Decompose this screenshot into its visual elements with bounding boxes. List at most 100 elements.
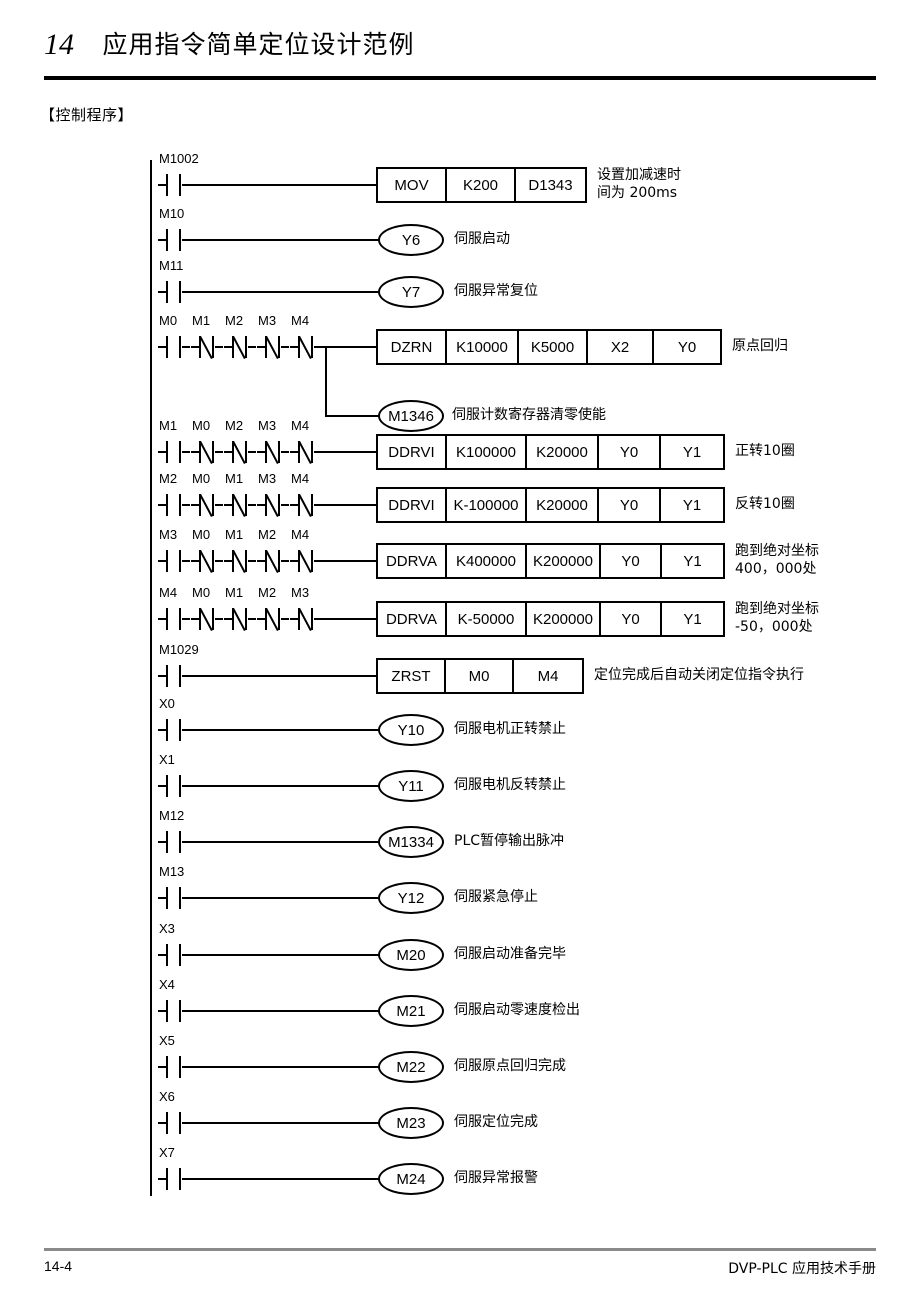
contact-segment <box>224 451 232 453</box>
instruction-box[interactable]: MOV K200 D1343 <box>376 167 587 203</box>
output-coil[interactable]: Y11 <box>378 770 444 802</box>
rung-comment: 伺服原点回归完成 <box>454 1058 566 1074</box>
output-coil[interactable]: M23 <box>378 1107 444 1139</box>
contact-normally-open[interactable]: M12 <box>158 809 190 858</box>
contact-segment <box>224 560 232 562</box>
output-coil[interactable]: M1346 <box>378 400 444 432</box>
contact-normally-open[interactable]: M11 <box>158 259 190 308</box>
contact-segment <box>278 336 280 358</box>
instruction-operand: K20000 <box>527 489 599 521</box>
instruction-box[interactable]: DZRN K10000 K5000 X2 Y0 <box>376 329 722 365</box>
contact-normally-open[interactable]: X6 <box>158 1090 190 1139</box>
contact-segment <box>158 560 166 562</box>
rung-comment: 反转10圈 <box>735 496 795 512</box>
contact-normally-closed[interactable]: M0 <box>191 472 223 521</box>
contact-normally-closed[interactable]: M2 <box>257 586 289 635</box>
rung-wire <box>190 1178 378 1180</box>
contact-segment <box>212 550 214 572</box>
rung-wire <box>190 785 378 787</box>
rung-wire <box>190 954 378 956</box>
contact-normally-open[interactable]: M10 <box>158 207 190 256</box>
contact-normally-closed[interactable]: M4 <box>290 314 322 363</box>
instruction-box[interactable]: DDRVA K-50000 K200000 Y0 Y1 <box>376 601 725 637</box>
contact-normally-closed[interactable]: M4 <box>290 419 322 468</box>
contact-normally-closed[interactable]: M3 <box>257 314 289 363</box>
contact-normally-closed[interactable]: M1 <box>224 472 256 521</box>
contact-normally-open[interactable]: M1 <box>158 419 190 468</box>
rung-comment: 伺服电机正转禁止 <box>454 721 566 737</box>
contact-normally-closed[interactable]: M3 <box>257 419 289 468</box>
contact-normally-open[interactable]: X7 <box>158 1146 190 1195</box>
contact-normally-open[interactable]: X0 <box>158 697 190 746</box>
ladder-rung: X1 Y11 伺服电机反转禁止 <box>0 753 920 806</box>
instruction-operand: K200 <box>447 169 516 201</box>
contact-normally-closed[interactable]: M1 <box>191 314 223 363</box>
instruction-box[interactable]: ZRST M0 M4 <box>376 658 584 694</box>
contact-normally-open[interactable]: X4 <box>158 978 190 1027</box>
contact-label: M3 <box>258 313 277 328</box>
output-coil[interactable]: Y7 <box>378 276 444 308</box>
contact-segment <box>257 451 265 453</box>
contact-normally-open[interactable]: M0 <box>158 314 190 363</box>
contact-normally-closed[interactable]: M3 <box>257 472 289 521</box>
contact-segment <box>158 675 166 677</box>
output-coil[interactable]: M1334 <box>378 826 444 858</box>
instruction-operand: M0 <box>446 660 514 692</box>
contact-normally-closed[interactable]: M3 <box>290 586 322 635</box>
contact-normally-closed[interactable]: M4 <box>290 528 322 577</box>
contact-segment <box>212 441 214 463</box>
contact-normally-closed[interactable]: M1 <box>224 586 256 635</box>
output-coil[interactable]: Y6 <box>378 224 444 256</box>
contact-segment <box>245 441 247 463</box>
contact-segment <box>158 618 166 620</box>
contact-normally-open[interactable]: M1029 <box>158 643 199 692</box>
contact-slash-icon <box>199 549 213 574</box>
contact-segment <box>314 346 322 348</box>
contact-normally-closed[interactable]: M4 <box>290 472 322 521</box>
contact-label: M4 <box>291 418 310 433</box>
output-coil[interactable]: M20 <box>378 939 444 971</box>
output-coil[interactable]: Y10 <box>378 714 444 746</box>
contact-segment <box>182 841 190 843</box>
instruction-box[interactable]: DDRVI K100000 K20000 Y0 Y1 <box>376 434 725 470</box>
contact-normally-open[interactable]: X3 <box>158 922 190 971</box>
contact-normally-open[interactable]: X5 <box>158 1034 190 1083</box>
instruction-box[interactable]: DDRVI K-100000 K20000 Y0 Y1 <box>376 487 725 523</box>
contact-normally-closed[interactable]: M0 <box>191 419 223 468</box>
contact-segment <box>166 887 168 909</box>
contact-segment <box>179 944 181 966</box>
contact-segment <box>314 618 322 620</box>
rung-wire <box>322 618 376 620</box>
contact-normally-closed[interactable]: M2 <box>224 314 256 363</box>
contact-normally-open[interactable]: M4 <box>158 586 190 635</box>
contact-segment <box>245 550 247 572</box>
contact-slash-icon <box>298 607 312 632</box>
contact-normally-open[interactable]: M1002 <box>158 152 199 201</box>
contact-normally-open[interactable]: M3 <box>158 528 190 577</box>
contact-label: M2 <box>159 471 178 486</box>
contact-normally-open[interactable]: M13 <box>158 865 190 914</box>
output-coil[interactable]: M21 <box>378 995 444 1027</box>
contact-normally-closed[interactable]: M0 <box>191 528 223 577</box>
contact-label: M4 <box>291 471 310 486</box>
rung-comment: 伺服启动 <box>454 231 510 247</box>
contact-normally-open[interactable]: M2 <box>158 472 190 521</box>
output-coil[interactable]: M22 <box>378 1051 444 1083</box>
contact-segment <box>278 550 280 572</box>
contact-normally-open[interactable]: X1 <box>158 753 190 802</box>
contact-label: M2 <box>258 527 277 542</box>
contact-segment <box>281 451 289 453</box>
contact-normally-closed[interactable]: M2 <box>224 419 256 468</box>
rung-wire <box>190 729 378 731</box>
contact-normally-closed[interactable]: M0 <box>191 586 223 635</box>
contact-segment <box>166 1056 168 1078</box>
output-coil[interactable]: M24 <box>378 1163 444 1195</box>
contact-segment <box>158 1066 166 1068</box>
contact-label: M1 <box>192 313 211 328</box>
rung-comment: 伺服紧急停止 <box>454 889 538 905</box>
contact-segment <box>182 184 190 186</box>
contact-normally-closed[interactable]: M2 <box>257 528 289 577</box>
instruction-box[interactable]: DDRVA K400000 K200000 Y0 Y1 <box>376 543 725 579</box>
output-coil[interactable]: Y12 <box>378 882 444 914</box>
contact-normally-closed[interactable]: M1 <box>224 528 256 577</box>
